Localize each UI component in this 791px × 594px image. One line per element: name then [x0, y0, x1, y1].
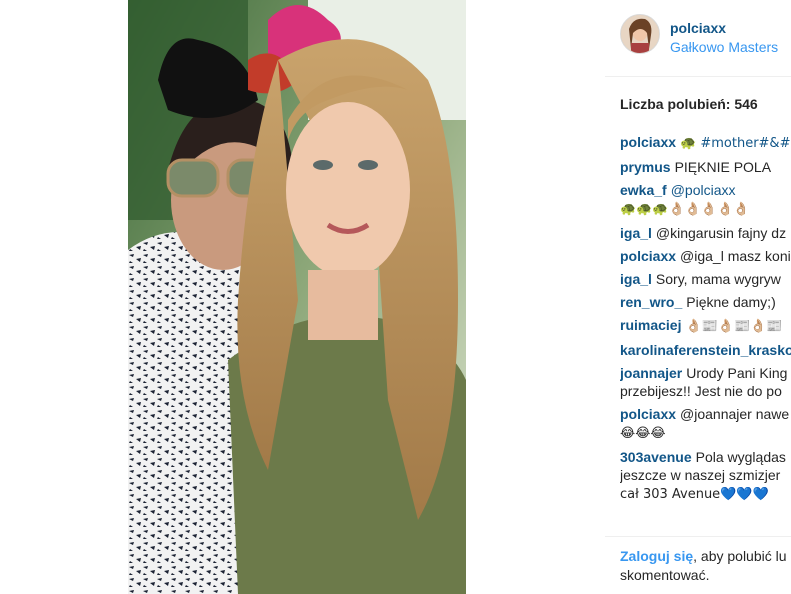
- post-photo[interactable]: [128, 0, 466, 594]
- comment-item: 303avenue Pola wyglądas jeszcze w naszej …: [620, 448, 791, 504]
- login-prompt: Zaloguj się, aby polubić lu skomentować.: [620, 547, 790, 585]
- comment-text-line2: 🐢🐢🐢👌🏼👌🏼👌🏼👌🏼👌🏼: [620, 202, 750, 217]
- footer-divider: [605, 536, 791, 537]
- comment-item: iga_l @kingarusin fajny dz: [620, 224, 791, 242]
- login-prompt-text-line2: skomentować.: [620, 567, 710, 583]
- comment-item: polciaxx 🐢 #mother#&#c: [620, 133, 791, 153]
- comment-text[interactable]: 🐢 #mother#&#c: [680, 136, 791, 151]
- comment-text: @joannajer nawe: [680, 406, 790, 422]
- comment-text: Pola wyglądas: [695, 449, 786, 465]
- avatar-image: [621, 15, 659, 53]
- comment-item: iga_l Sory, mama wygryw: [620, 270, 791, 288]
- comment-text-line2: przebijesz!! Jest nie do po: [620, 383, 782, 399]
- header-divider: [605, 76, 791, 77]
- comment-username[interactable]: prymus: [620, 159, 671, 175]
- comment-username[interactable]: polciaxx: [620, 134, 676, 150]
- comment-item: polciaxx @joannajer nawe 😂😂😂: [620, 405, 791, 443]
- login-link[interactable]: Zaloguj się: [620, 548, 693, 564]
- comment-text: @kingarusin fajny dz: [655, 225, 787, 241]
- post-photo-area: [0, 0, 466, 594]
- comment-username[interactable]: ewka_f: [620, 182, 667, 198]
- post-location-link[interactable]: Gałkowo Masters: [670, 39, 778, 55]
- comment-text: Sory, mama wygryw: [655, 271, 781, 287]
- comment-username[interactable]: polciaxx: [620, 248, 676, 264]
- comment-text-line3: cał 303 Avenue💙💙💙: [620, 487, 769, 502]
- comment-text: Piękne damy;): [686, 294, 776, 310]
- comment-text: Urody Pani King: [686, 365, 788, 381]
- post-author-username[interactable]: polciaxx: [670, 20, 726, 36]
- comment-username[interactable]: 303avenue: [620, 449, 692, 465]
- post-sidebar: polciaxx Gałkowo Masters Liczba polubień…: [605, 0, 791, 594]
- comment-username[interactable]: ren_wro_: [620, 294, 682, 310]
- comment-username[interactable]: polciaxx: [620, 406, 676, 422]
- comment-username[interactable]: iga_l: [620, 271, 652, 287]
- comment-username[interactable]: iga_l: [620, 225, 652, 241]
- comment-item: ewka_f @polciaxx 🐢🐢🐢👌🏼👌🏼👌🏼👌🏼👌🏼: [620, 181, 791, 219]
- comment-text: 👌🏼📰👌🏼📰👌🏼📰: [685, 319, 783, 334]
- comment-text[interactable]: @polciaxx: [671, 182, 736, 198]
- comment-item: prymus PIĘKNIE POLA: [620, 158, 791, 176]
- login-prompt-text: , aby polubić lu: [693, 548, 787, 564]
- comment-username[interactable]: ruimaciej: [620, 317, 681, 333]
- comment-username[interactable]: karolinaferenstein_krasko: [620, 342, 791, 358]
- comment-username[interactable]: joannajer: [620, 365, 682, 381]
- comment-item: joannajer Urody Pani King przebijesz!! Je…: [620, 364, 791, 400]
- comment-text: @iga_l masz koni: [680, 248, 791, 264]
- comment-text-line2: jeszcze w naszej szmizjer: [620, 467, 781, 483]
- comment-text: PIĘKNIE POLA: [674, 159, 772, 175]
- comment-item: karolinaferenstein_krasko: [620, 341, 791, 359]
- comment-item: ren_wro_ Piękne damy;): [620, 293, 791, 311]
- comment-text-line2: 😂😂😂: [620, 426, 666, 441]
- likes-count[interactable]: Liczba polubień: 546: [620, 96, 758, 112]
- comment-item: ruimaciej 👌🏼📰👌🏼📰👌🏼📰: [620, 316, 791, 336]
- post-header: polciaxx Gałkowo Masters: [620, 14, 791, 58]
- avatar[interactable]: [620, 14, 660, 54]
- comment-item: polciaxx @iga_l masz koni: [620, 247, 791, 265]
- comments-list[interactable]: polciaxx 🐢 #mother#&#c prymus PIĘKNIE POLA…: [620, 133, 791, 537]
